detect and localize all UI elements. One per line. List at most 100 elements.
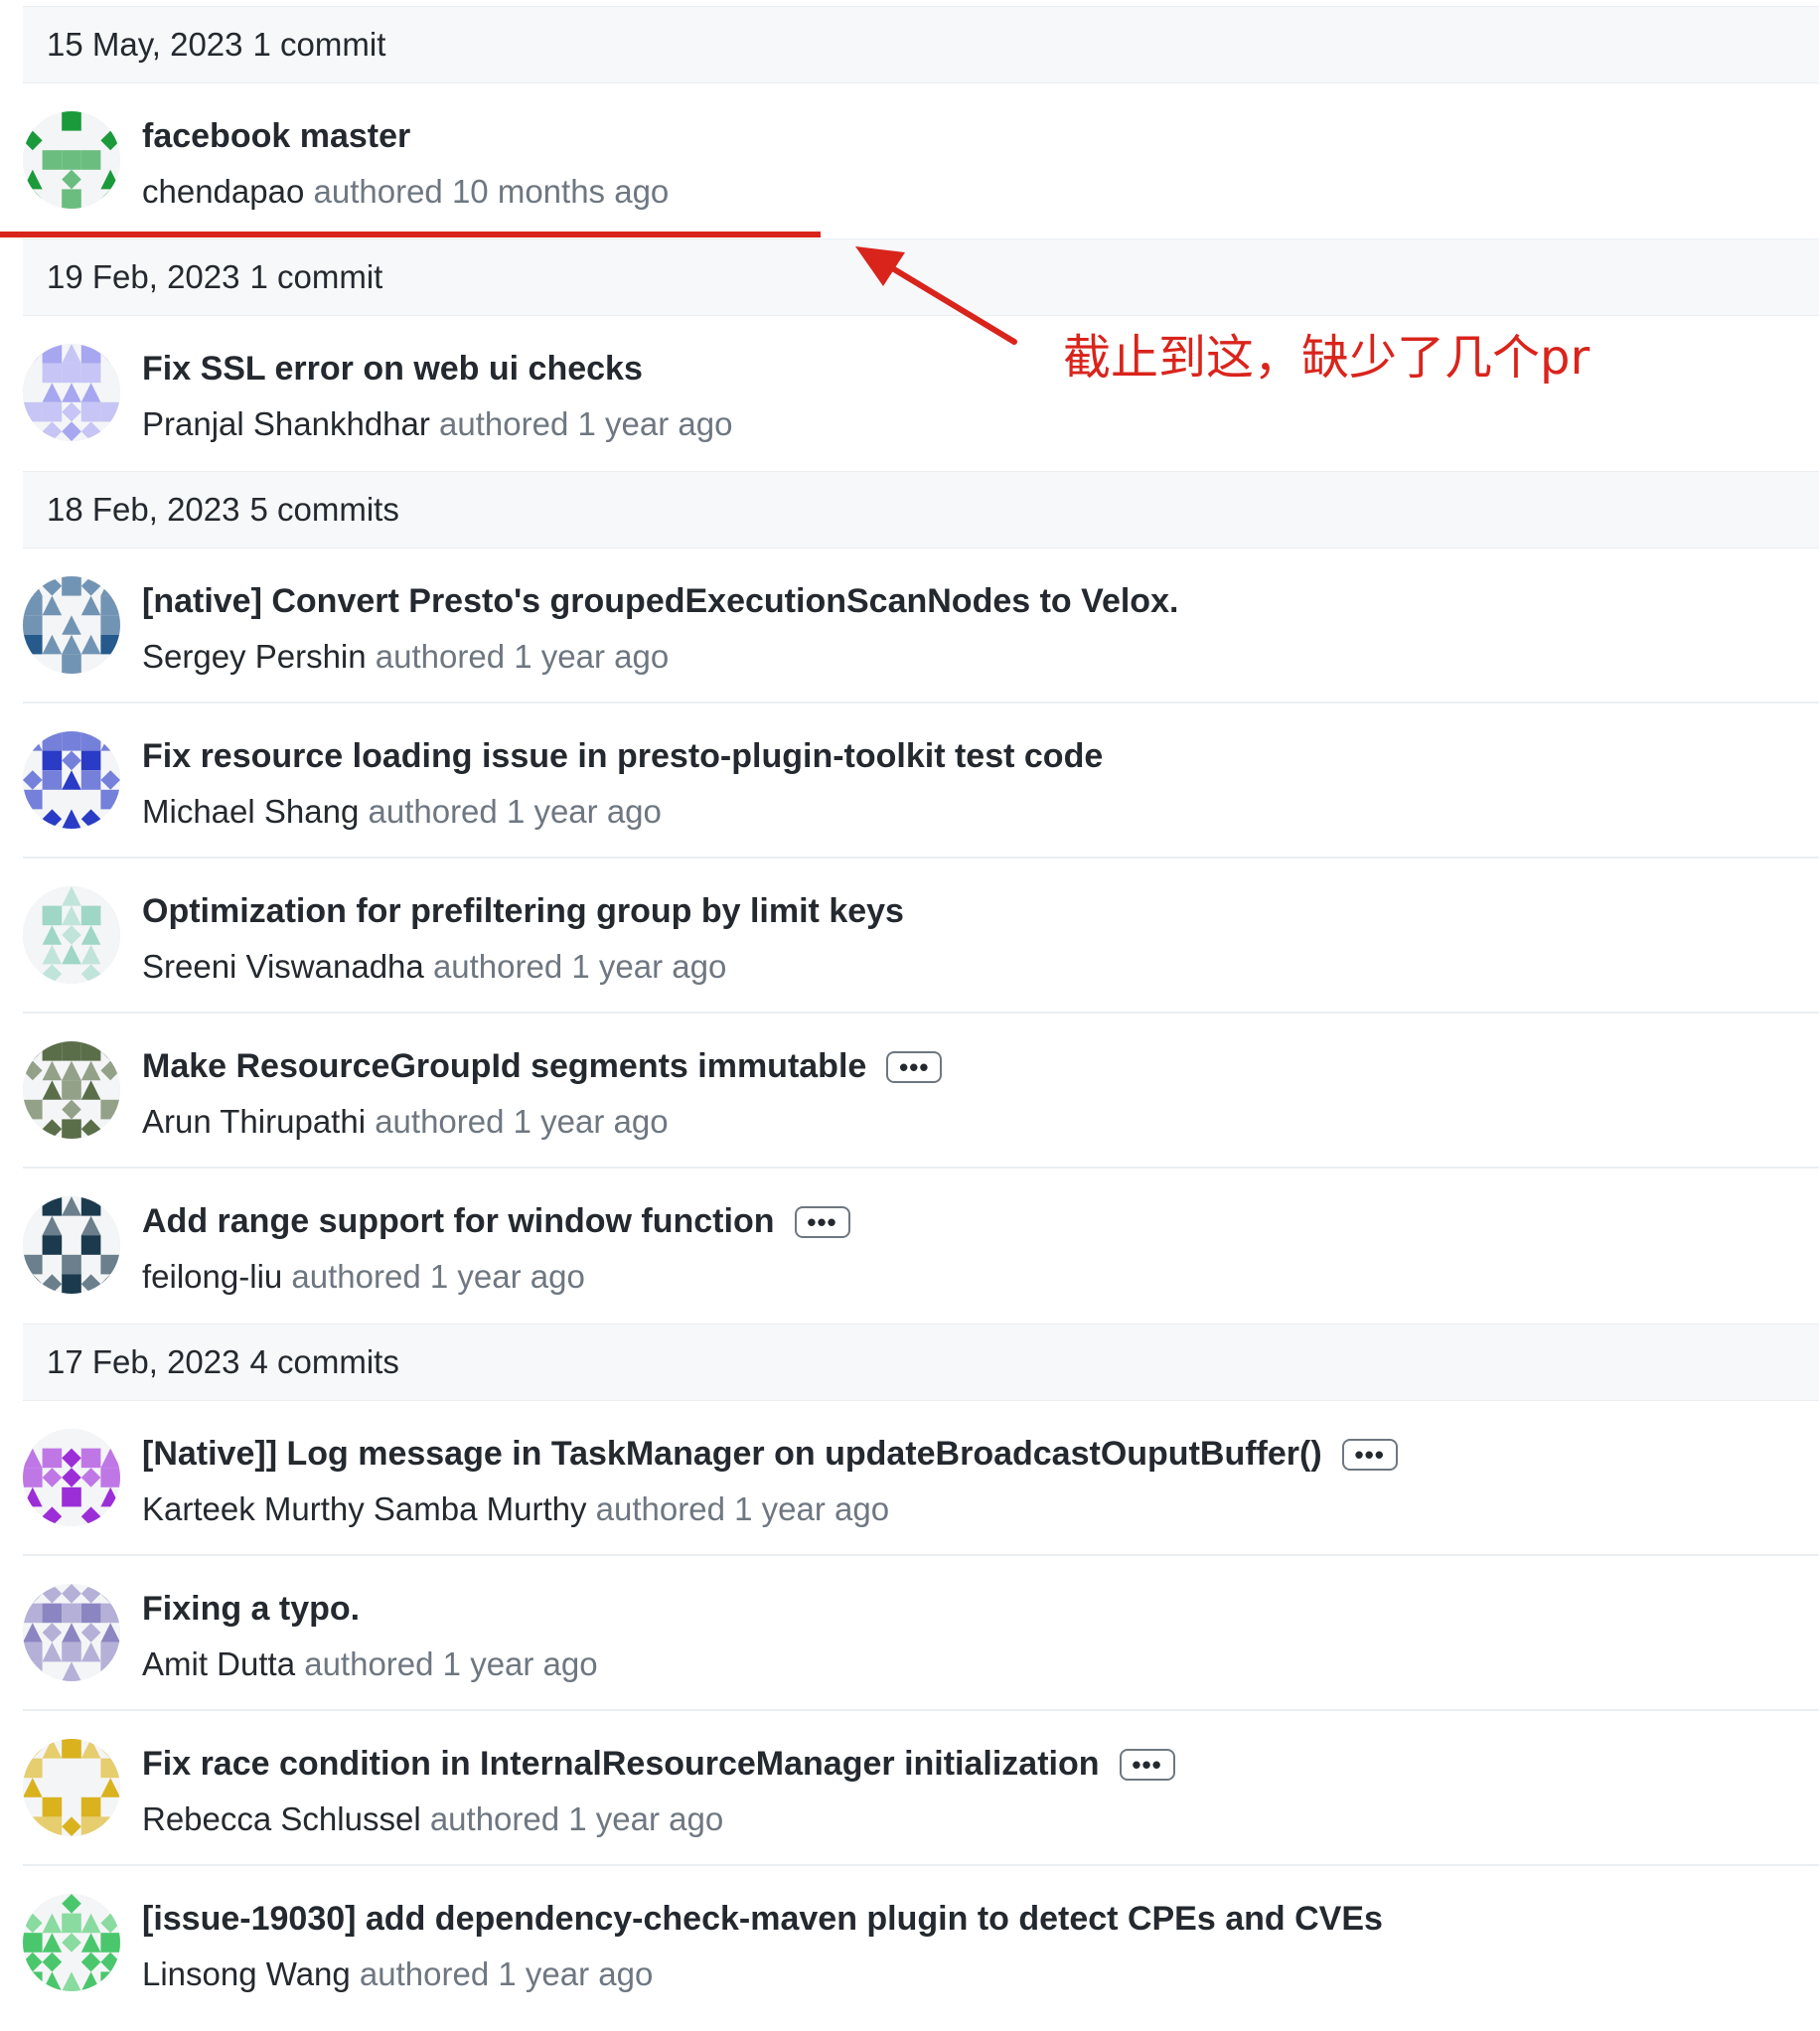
relative-time: 1 year ago xyxy=(514,638,670,675)
identicon-icon xyxy=(23,886,120,984)
relative-time: 1 year ago xyxy=(513,1103,669,1140)
day-commit-count: 1 commit xyxy=(252,26,386,63)
commit-day-group: 17 Feb, 2023 4 commits [Native]] Log messa… xyxy=(23,1324,1819,2021)
relative-time: 1 year ago xyxy=(429,1258,585,1295)
show-description-button[interactable]: ••• xyxy=(1119,1748,1175,1781)
authored-label: authored xyxy=(304,1645,434,1682)
relative-time: 10 months ago xyxy=(451,173,670,210)
authored-label: authored xyxy=(432,948,563,985)
relative-time: 1 year ago xyxy=(442,1645,598,1682)
commit-title-link[interactable]: Fix SSL error on web ui checks xyxy=(142,350,643,389)
commit-title-link[interactable]: Fix race condition in InternalResourceMa… xyxy=(142,1745,1100,1784)
commit-title-link[interactable]: [Native]] Log message in TaskManager on … xyxy=(142,1435,1322,1474)
authored-label: authored xyxy=(375,1103,505,1140)
author-avatar[interactable] xyxy=(23,1196,120,1294)
day-header: 15 May, 2023 1 commit xyxy=(23,6,1819,83)
commit-meta: Amit Dutta authored 1 year ago xyxy=(142,1645,598,1683)
author-name-link[interactable]: Rebecca Schlussel xyxy=(142,1800,421,1837)
commit-title-link[interactable]: Fix resource loading issue in presto-plu… xyxy=(142,737,1103,776)
author-name-link[interactable]: chendapao xyxy=(142,173,304,210)
commit-row: [native] Convert Presto's groupedExecuti… xyxy=(23,548,1819,703)
authored-label: authored xyxy=(359,1955,490,1992)
identicon-icon xyxy=(23,1196,120,1294)
commit-title-link[interactable]: Fixing a typo. xyxy=(142,1590,360,1629)
authored-label: authored xyxy=(429,1800,560,1837)
author-name-link[interactable]: Karteek Murthy Samba Murthy xyxy=(142,1490,587,1527)
author-name-link[interactable]: Pranjal Shankhdhar xyxy=(142,405,430,442)
day-header: 17 Feb, 2023 4 commits xyxy=(23,1324,1819,1401)
author-name-link[interactable]: Arun Thirupathi xyxy=(142,1103,366,1140)
author-avatar[interactable] xyxy=(23,1041,120,1139)
commit-title-line: Make ResourceGroupId segments immutable •… xyxy=(142,1047,943,1086)
commit-row: Make ResourceGroupId segments immutable •… xyxy=(23,1014,1819,1169)
commit-title-link[interactable]: Make ResourceGroupId segments immutable xyxy=(142,1047,866,1086)
identicon-icon xyxy=(23,1894,120,1991)
author-avatar[interactable] xyxy=(23,344,120,441)
show-description-button[interactable]: ••• xyxy=(794,1205,850,1238)
commit-title-line: Optimization for prefiltering group by l… xyxy=(142,892,904,931)
commit-meta: Sreeni Viswanadha authored 1 year ago xyxy=(142,948,726,986)
commit-row: Fix race condition in InternalResourceMa… xyxy=(23,1711,1819,1866)
commit-row: facebook master chendapao authored 10 mon… xyxy=(23,83,1819,238)
commit-title-line: [native] Convert Presto's groupedExecuti… xyxy=(142,582,1178,621)
authored-label: authored xyxy=(291,1258,421,1295)
commit-title-link[interactable]: Add range support for window function xyxy=(142,1202,775,1241)
identicon-icon xyxy=(23,344,120,441)
commit-row: Fix resource loading issue in presto-plu… xyxy=(23,703,1819,859)
author-avatar[interactable] xyxy=(23,1584,120,1681)
identicon-icon xyxy=(23,1584,120,1681)
commit-meta: Michael Shang authored 1 year ago xyxy=(142,793,662,831)
author-avatar[interactable] xyxy=(23,1739,120,1836)
ellipsis-icon: ••• xyxy=(1132,1749,1162,1780)
relative-time: 1 year ago xyxy=(506,793,662,830)
authored-label: authored xyxy=(439,405,569,442)
commit-day-group: 15 May, 2023 1 commit facebook master chend… xyxy=(23,6,1819,238)
author-name-link[interactable]: Linsong Wang xyxy=(142,1955,351,1992)
commit-title-line: Add range support for window function ••• xyxy=(142,1202,850,1241)
author-avatar[interactable] xyxy=(23,111,120,209)
identicon-icon xyxy=(23,1041,120,1139)
author-name-link[interactable]: Sreeni Viswanadha xyxy=(142,948,424,985)
commit-meta: Karteek Murthy Samba Murthy authored 1 y… xyxy=(142,1490,889,1528)
author-name-link[interactable]: feilong-liu xyxy=(142,1258,282,1295)
authored-label: authored xyxy=(375,638,506,675)
day-commit-count: 5 commits xyxy=(249,491,399,528)
commit-row: Fixing a typo. Amit Dutta authored 1 year… xyxy=(23,1556,1819,1711)
ellipsis-icon: ••• xyxy=(899,1051,930,1082)
commit-title-line: Fix race condition in InternalResourceMa… xyxy=(142,1745,1175,1784)
commit-row: Add range support for window function •••… xyxy=(23,1169,1819,1324)
authored-label: authored xyxy=(368,793,498,830)
commit-title-link[interactable]: Optimization for prefiltering group by l… xyxy=(142,892,904,931)
day-date: 19 Feb, 2023 xyxy=(47,258,240,295)
author-avatar[interactable] xyxy=(23,576,120,674)
author-avatar[interactable] xyxy=(23,886,120,984)
day-commit-count: 4 commits xyxy=(249,1343,399,1380)
day-commit-count: 1 commit xyxy=(249,258,383,295)
author-avatar[interactable] xyxy=(23,1429,120,1526)
show-description-button[interactable]: ••• xyxy=(1341,1438,1398,1471)
annotation-note: 截止到这，缺少了几个pr xyxy=(1063,330,1591,386)
identicon-icon xyxy=(23,731,120,829)
day-header: 18 Feb, 2023 5 commits xyxy=(23,471,1819,548)
ellipsis-icon: ••• xyxy=(1354,1439,1385,1470)
author-name-link[interactable]: Amit Dutta xyxy=(142,1645,295,1682)
commit-title-link[interactable]: [issue-19030] add dependency-check-maven… xyxy=(142,1900,1383,1939)
identicon-icon xyxy=(23,1739,120,1836)
commit-row: [Native]] Log message in TaskManager on … xyxy=(23,1401,1819,1556)
relative-time: 1 year ago xyxy=(498,1955,654,1992)
identicon-icon xyxy=(23,111,120,209)
commit-title-link[interactable]: [native] Convert Presto's groupedExecuti… xyxy=(142,582,1178,621)
commit-title-line: Fix resource loading issue in presto-plu… xyxy=(142,737,1103,776)
relative-time: 1 year ago xyxy=(577,405,733,442)
commit-title-line: [issue-19030] add dependency-check-maven… xyxy=(142,1900,1383,1939)
show-description-button[interactable]: ••• xyxy=(886,1050,943,1083)
commit-title-link[interactable]: facebook master xyxy=(142,117,410,156)
author-name-link[interactable]: Sergey Pershin xyxy=(142,638,367,675)
commit-meta: Arun Thirupathi authored 1 year ago xyxy=(142,1103,669,1141)
author-avatar[interactable] xyxy=(23,731,120,829)
day-date: 15 May, 2023 xyxy=(47,26,243,63)
author-name-link[interactable]: Michael Shang xyxy=(142,793,359,830)
author-avatar[interactable] xyxy=(23,1894,120,1991)
commit-title-line: Fix SSL error on web ui checks xyxy=(142,350,643,389)
identicon-icon xyxy=(23,576,120,674)
